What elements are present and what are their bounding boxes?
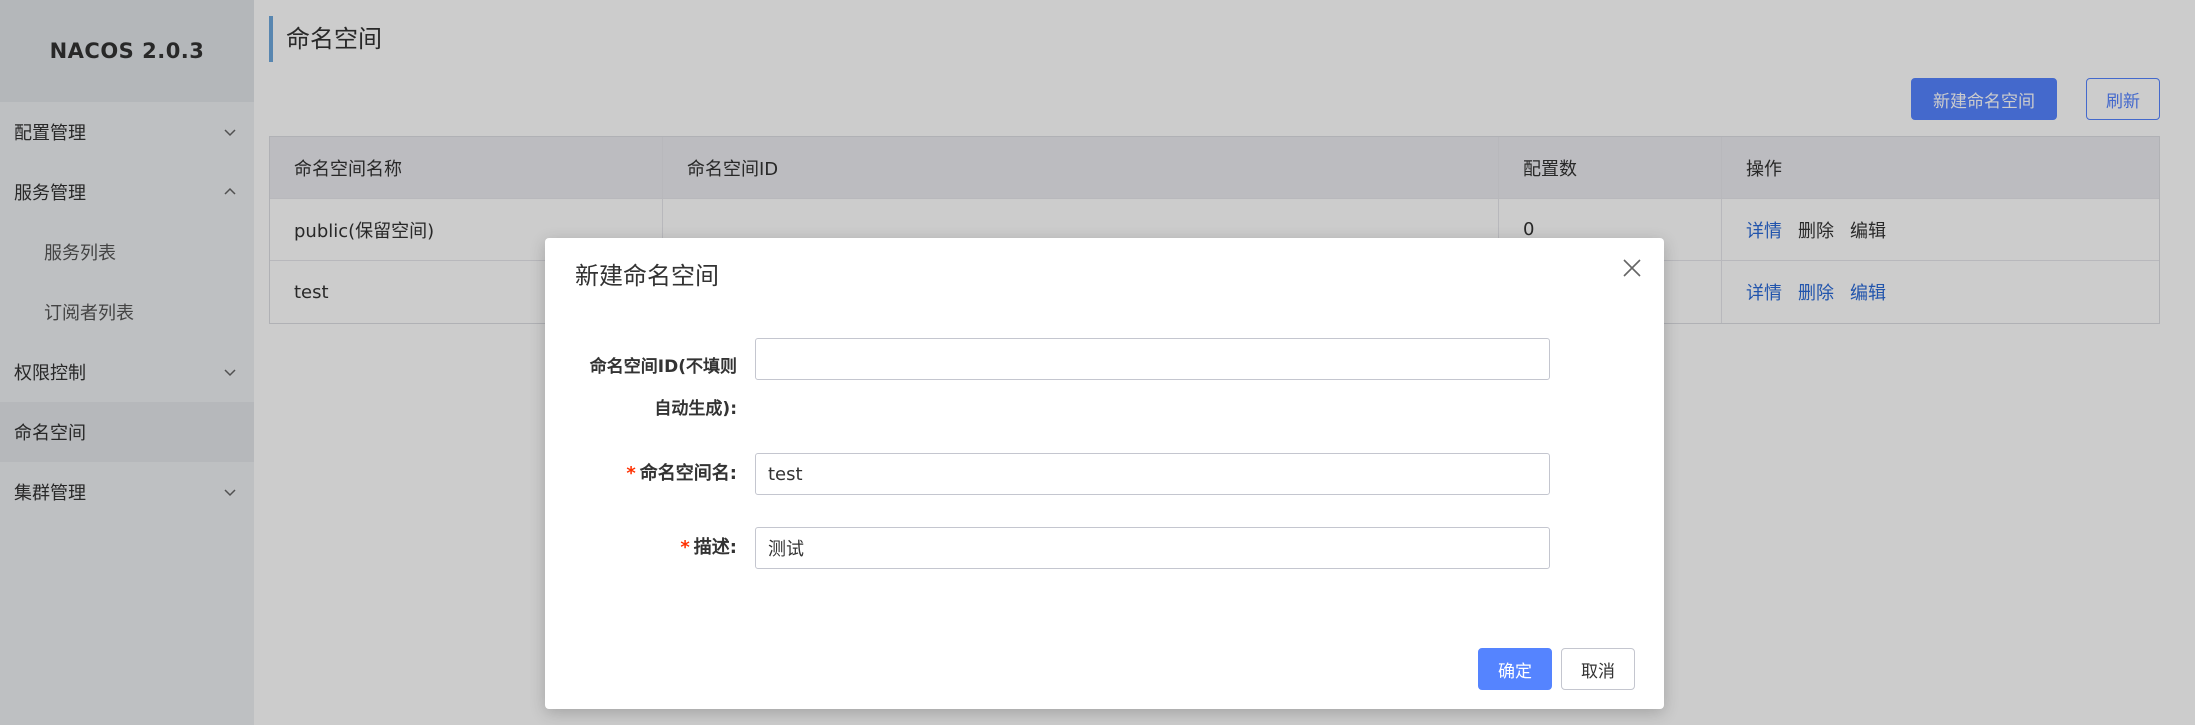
namespace-name-input[interactable] bbox=[755, 453, 1550, 495]
required-mark: * bbox=[680, 537, 690, 558]
app-root: NACOS 2.0.3 配置管理 服务管理 服务列表 订阅者列表 权限控制 命名… bbox=[0, 0, 2195, 725]
dialog-title: 新建命名空间 bbox=[575, 262, 719, 290]
description-label: * 描述: bbox=[567, 527, 737, 569]
description-label-text: 描述: bbox=[693, 537, 737, 558]
namespace-id-input[interactable] bbox=[755, 338, 1550, 380]
cancel-button[interactable]: 取消 bbox=[1561, 648, 1635, 690]
close-icon[interactable] bbox=[1620, 256, 1644, 280]
confirm-button[interactable]: 确定 bbox=[1478, 648, 1552, 690]
description-input[interactable] bbox=[755, 527, 1550, 569]
required-mark: * bbox=[626, 463, 636, 484]
namespace-id-label: 命名空间ID(不填则 自动生成): bbox=[567, 346, 737, 430]
namespace-id-label-line2: 自动生成): bbox=[654, 399, 737, 419]
namespace-name-label: * 命名空间名: bbox=[567, 453, 737, 495]
namespace-name-label-text: 命名空间名: bbox=[639, 463, 737, 484]
namespace-id-label-line1: 命名空间ID(不填则 bbox=[589, 357, 737, 377]
create-namespace-dialog: 新建命名空间 命名空间ID(不填则 自动生成): *命名空间名: *描述: 确定… bbox=[545, 238, 1664, 709]
